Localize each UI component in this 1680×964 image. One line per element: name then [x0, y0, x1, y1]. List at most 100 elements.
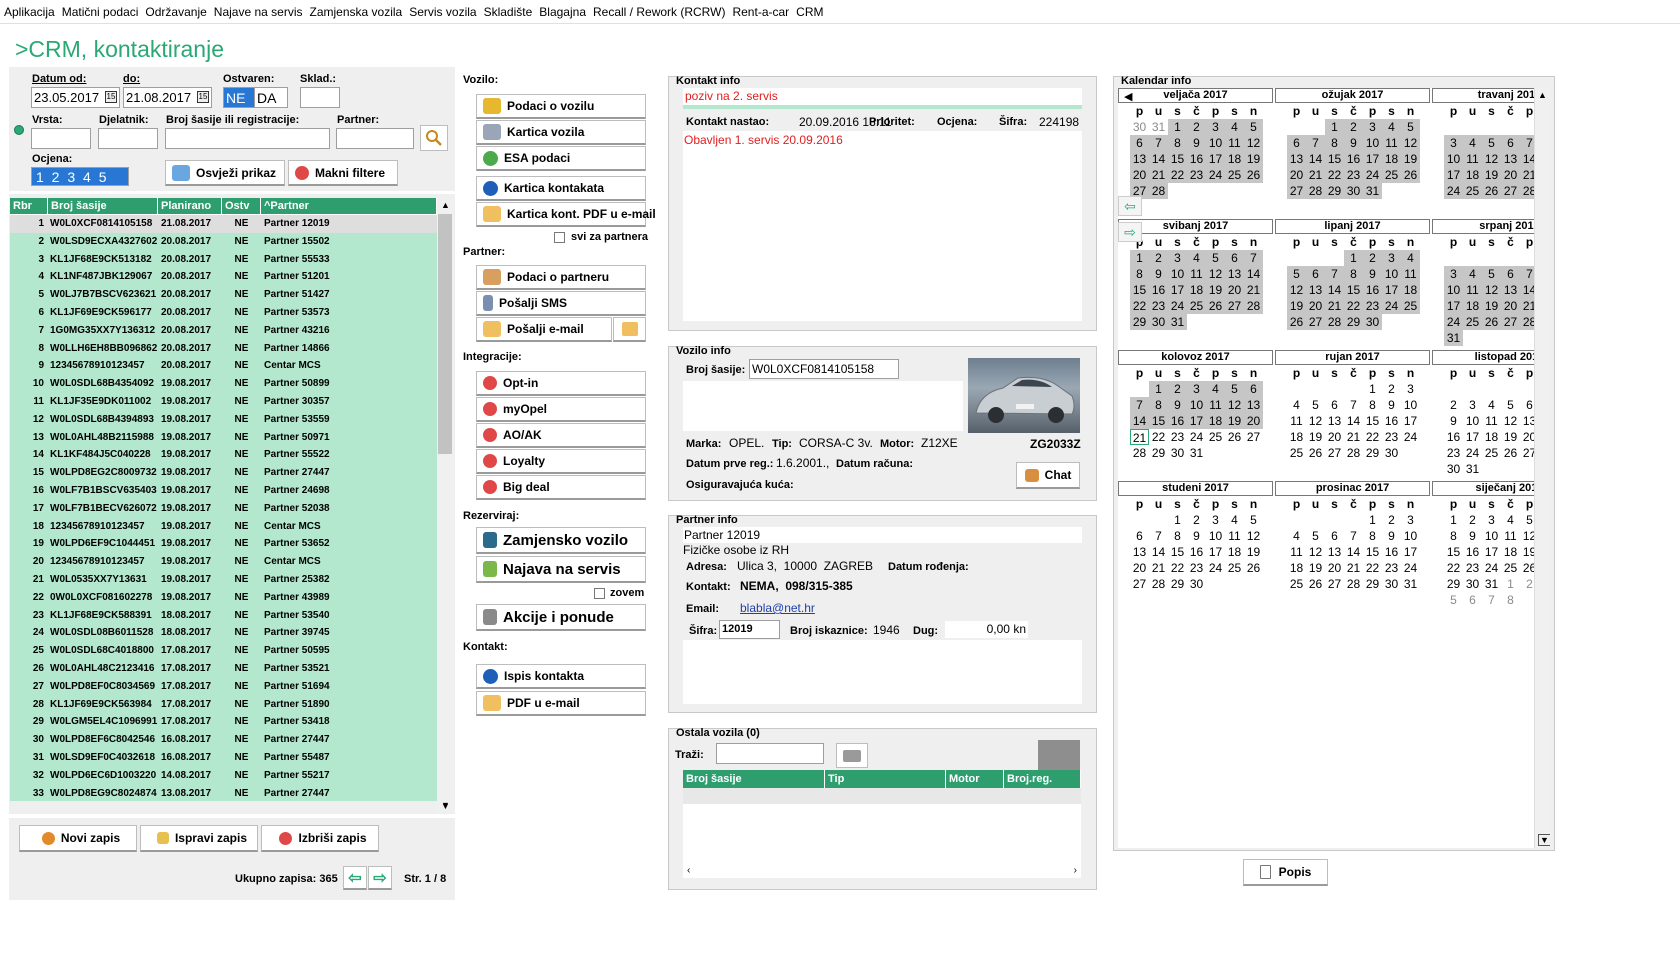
calendar-day[interactable]: 7 — [1482, 592, 1501, 608]
menu-item-3[interactable]: Najave na servis — [214, 5, 303, 19]
opt-in-button[interactable]: Opt-in — [476, 371, 646, 396]
calendar-day[interactable]: 5 — [1501, 397, 1520, 413]
calendar-day[interactable]: 30 — [1363, 314, 1382, 330]
calendar-day[interactable]: 6 — [1130, 528, 1149, 544]
calendar-day[interactable]: 23 — [1187, 560, 1206, 576]
calendar-day[interactable]: 3 — [1463, 397, 1482, 413]
calendar-day[interactable]: 24 — [1482, 560, 1501, 576]
calendar-day[interactable]: 10 — [1363, 135, 1382, 151]
calendar-day[interactable]: 20 — [1130, 167, 1149, 183]
calendar-day[interactable]: 15 — [1168, 544, 1187, 560]
calendar-day[interactable]: 13 — [1306, 282, 1325, 298]
calendar-day[interactable]: 2 — [1382, 381, 1401, 397]
calendar-day[interactable]: 7 — [1344, 397, 1363, 413]
column-header[interactable]: Ostv — [222, 198, 261, 214]
menu-item-6[interactable]: Skladište — [484, 5, 533, 19]
calendar-day[interactable]: 9 — [1444, 413, 1463, 429]
table-row[interactable]: 16 W0LF7B1BSCV635403 19.08.2017 NE Partner 2… — [10, 482, 437, 500]
calendar-day[interactable]: 25 — [1463, 183, 1482, 199]
calendar-day[interactable]: 4 — [1225, 512, 1244, 528]
calendar-day[interactable]: 18 — [1382, 151, 1401, 167]
refresh-button[interactable]: Osvježi prikaz — [165, 160, 285, 186]
calendar-day[interactable]: 26 — [1482, 314, 1501, 330]
calendar-day[interactable]: 4 — [1287, 397, 1306, 413]
calendar-day[interactable]: 4 — [1501, 512, 1520, 528]
calendar-day[interactable]: 28 — [1325, 314, 1344, 330]
calendar-day[interactable]: 12 — [1244, 528, 1263, 544]
calendar-day[interactable]: 21 — [1149, 560, 1168, 576]
calendar-day[interactable]: 18 — [1187, 282, 1206, 298]
calendar-day[interactable]: 9 — [1382, 528, 1401, 544]
calendar-day[interactable]: 24 — [1168, 298, 1187, 314]
calendar-day[interactable]: 7 — [1149, 528, 1168, 544]
calendar-day[interactable]: 27 — [1225, 298, 1244, 314]
calendar-day[interactable]: 2 — [1463, 512, 1482, 528]
pdf-u-email-button[interactable]: PDF u e-mail — [476, 691, 646, 716]
table-row[interactable]: 15 W0LPD8EG2C8009732 19.08.2017 NE Partner 2… — [10, 464, 437, 482]
calendar-day[interactable]: 8 — [1149, 397, 1168, 413]
calendar-day[interactable]: 5 — [1401, 119, 1420, 135]
calendar-day[interactable]: 25 — [1206, 429, 1225, 445]
calendar-day[interactable]: 11 — [1206, 397, 1225, 413]
calendar-day[interactable]: 4 — [1482, 397, 1501, 413]
calendar-day[interactable]: 19 — [1306, 429, 1325, 445]
ao-ak-button[interactable]: AO/AK — [476, 423, 646, 448]
calendar-day[interactable]: 10 — [1168, 266, 1187, 282]
calendar-day[interactable]: 12 — [1225, 397, 1244, 413]
menu-item-7[interactable]: Blagajna — [539, 5, 586, 19]
calendar-day[interactable]: 17 — [1463, 429, 1482, 445]
calendar-day[interactable]: 1 — [1149, 381, 1168, 397]
calendar-day[interactable]: 16 — [1168, 413, 1187, 429]
calendar-day[interactable]: 17 — [1187, 413, 1206, 429]
calendar-day[interactable]: 31 — [1168, 314, 1187, 330]
scroll-thumb[interactable] — [438, 214, 452, 454]
calendar-day[interactable]: 29 — [1363, 576, 1382, 592]
table-row[interactable]: 13 W0L0AHL48B2115988 19.08.2017 NE Partner 5… — [10, 429, 437, 447]
calendar-day[interactable]: 6 — [1306, 266, 1325, 282]
calendar-day[interactable]: 12 — [1244, 135, 1263, 151]
calendar-day[interactable]: 16 — [1149, 282, 1168, 298]
calendar-day[interactable]: 29 — [1130, 314, 1149, 330]
column-header[interactable]: Rbr — [10, 198, 48, 214]
calendar-day[interactable]: 10 — [1206, 135, 1225, 151]
table-row[interactable]: 24 W0L0SDL08B6011528 18.08.2017 NE Partner 3… — [10, 624, 437, 642]
calendar-day[interactable]: 20 — [1306, 298, 1325, 314]
ocjena-select[interactable]: 1 2 3 4 5 — [31, 167, 129, 186]
calendar-day[interactable]: 17 — [1363, 151, 1382, 167]
calendar-day[interactable]: 17 — [1444, 298, 1463, 314]
calendar-day[interactable]: 10 — [1444, 282, 1463, 298]
calendar-day[interactable]: 22 — [1168, 560, 1187, 576]
calendar-day[interactable]: 17 — [1482, 544, 1501, 560]
calendar-day[interactable]: 23 — [1168, 429, 1187, 445]
calendar-day[interactable]: 27 — [1325, 576, 1344, 592]
calendar-day[interactable]: 15 — [1363, 544, 1382, 560]
calendar-day[interactable]: 18 — [1463, 298, 1482, 314]
cal-scroll-up-icon[interactable]: ▲ — [1538, 90, 1547, 100]
ostala-vozila-column-header[interactable]: Tip — [825, 770, 946, 788]
calendar-day[interactable]: 20 — [1501, 298, 1520, 314]
calendar-day[interactable]: 23 — [1344, 167, 1363, 183]
vozilo-sasija-input[interactable]: W0L0XCF0814105158 — [749, 359, 899, 379]
calendar-day[interactable]: 13 — [1225, 266, 1244, 282]
calendar-day[interactable]: 4 — [1287, 528, 1306, 544]
email-options-button[interactable] — [613, 317, 646, 342]
calendar-day[interactable]: 22 — [1363, 560, 1382, 576]
table-row[interactable]: 8 W0LLH6EH8BB096862 20.08.2017 NE Partner 14… — [10, 340, 437, 358]
calendar-day[interactable]: 14 — [1325, 282, 1344, 298]
calendar-day[interactable]: 25 — [1382, 167, 1401, 183]
calendar-day[interactable]: 25 — [1287, 576, 1306, 592]
next-page-button[interactable]: ⇨ — [368, 866, 392, 890]
calendar-day[interactable]: 8 — [1168, 135, 1187, 151]
panel-expand-icon[interactable]: ▼ — [441, 800, 450, 810]
new-record-button[interactable]: Novi zapis — [19, 825, 137, 852]
table-row[interactable]: 30 W0LPD8EF6C8042546 16.08.2017 NE Partner 2… — [10, 731, 437, 749]
partner-email-link[interactable]: blabla@net.hr — [740, 601, 815, 615]
calendar-day[interactable]: 30 — [1444, 461, 1463, 477]
calendar-day[interactable]: 22 — [1363, 429, 1382, 445]
table-row[interactable]: 20 12345678910123457 19.08.2017 NE Centar MC… — [10, 553, 437, 571]
calendar-day[interactable]: 17 — [1401, 413, 1420, 429]
calendar-day[interactable]: 22 — [1130, 298, 1149, 314]
calendar-day[interactable]: 2 — [1382, 512, 1401, 528]
calendar-day[interactable]: 18 — [1206, 413, 1225, 429]
calendar-day[interactable]: 17 — [1206, 151, 1225, 167]
